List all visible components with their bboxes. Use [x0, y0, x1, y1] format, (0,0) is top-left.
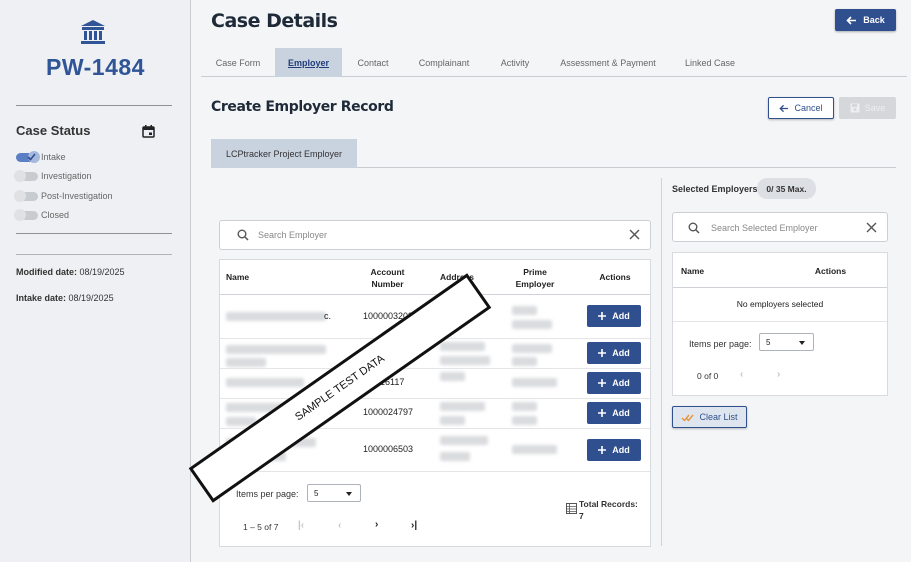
search-icon — [237, 229, 249, 241]
search-placeholder: Search Employer — [258, 230, 328, 240]
selected-employers-label: Selected Employers: — [672, 184, 761, 194]
name-cell: c. — [324, 311, 332, 321]
toggle-investigation[interactable] — [14, 169, 38, 182]
status-label: Intake — [41, 152, 66, 162]
toggle-closed[interactable] — [14, 208, 38, 221]
double-check-icon — [681, 414, 695, 422]
records-icon — [566, 503, 577, 514]
toggle-post-investigation[interactable] — [14, 189, 38, 202]
col-name: Name — [681, 266, 705, 276]
tab-employer[interactable]: Employer — [275, 48, 342, 77]
status-intake[interactable]: Intake — [16, 150, 66, 163]
plus-icon — [598, 312, 607, 320]
tab-contact[interactable]: Contact — [342, 48, 404, 77]
status-label: Post-Investigation — [41, 191, 113, 201]
cancel-button[interactable]: Cancel — [768, 97, 834, 119]
items-per-page-label: Items per page: — [236, 489, 299, 499]
case-status-title: Case Status — [16, 123, 91, 138]
tab-assessment-payment[interactable]: Assessment & Payment — [546, 48, 670, 77]
add-button[interactable]: Add — [587, 342, 641, 364]
last-page-button[interactable]: ›| — [411, 520, 417, 531]
plus-icon — [598, 379, 607, 387]
toggle-intake[interactable] — [16, 150, 40, 163]
items-per-page-select[interactable]: 5 — [759, 333, 814, 351]
tab-complainant[interactable]: Complainant — [404, 48, 484, 77]
back-button[interactable]: Back — [835, 9, 896, 31]
selected-count-badge: 0/ 35 Max. — [757, 178, 816, 199]
col-prime: Prime Employer — [515, 267, 555, 289]
tab-bar: Case Form Employer Contact Complainant A… — [201, 48, 907, 77]
panel-divider — [661, 178, 662, 546]
page-title: Case Details — [211, 10, 338, 32]
plus-icon — [598, 349, 607, 357]
account-cell: 1000024797 — [363, 407, 414, 417]
status-label: Investigation — [41, 171, 92, 181]
selected-table: Name Actions No employers selected Items… — [672, 252, 888, 396]
col-account: Account Number — [370, 267, 405, 289]
add-button[interactable]: Add — [587, 305, 641, 327]
tab-linked-case[interactable]: Linked Case — [670, 48, 750, 77]
sidebar: PW-1484 Case Status Intake Investigation… — [0, 0, 191, 562]
add-button[interactable]: Add — [587, 402, 641, 424]
status-closed[interactable]: Closed — [14, 208, 70, 221]
section-title: Create Employer Record — [211, 99, 394, 115]
arrow-left-icon — [779, 104, 789, 112]
clear-list-button[interactable]: Clear List — [672, 406, 747, 428]
search-icon — [688, 222, 700, 234]
save-icon — [850, 103, 860, 113]
col-actions: Actions — [814, 266, 847, 276]
add-button[interactable]: Add — [587, 372, 641, 394]
page-range: 0 of 0 — [697, 371, 719, 381]
close-icon[interactable] — [629, 229, 640, 240]
empty-message: No employers selected — [736, 299, 824, 309]
subtab-bar: LCPtracker Project Employer — [211, 139, 896, 168]
status-investigation[interactable]: Investigation — [14, 169, 92, 182]
plus-icon — [598, 446, 607, 454]
save-button[interactable]: Save — [839, 97, 896, 119]
divider — [16, 254, 172, 255]
prev-page-button[interactable]: ‹ — [338, 520, 341, 531]
selected-search-input[interactable]: Search Selected Employer — [672, 212, 888, 242]
status-post-investigation[interactable]: Post-Investigation — [14, 189, 113, 202]
divider — [16, 105, 172, 106]
intake-date: Intake date: 08/19/2025 — [16, 293, 114, 303]
page-range: 1 – 5 of 7 — [243, 522, 279, 532]
case-id: PW-1484 — [46, 54, 145, 80]
tab-case-form[interactable]: Case Form — [201, 48, 275, 77]
next-page-button[interactable]: › — [375, 519, 378, 530]
items-per-page-select[interactable]: 5 — [307, 484, 361, 502]
status-label: Closed — [41, 210, 70, 220]
next-page-button[interactable]: › — [777, 369, 780, 380]
tab-activity[interactable]: Activity — [484, 48, 546, 77]
col-name: Name — [226, 272, 250, 282]
search-placeholder: Search Selected Employer — [711, 223, 818, 233]
first-page-button[interactable]: |‹ — [298, 520, 304, 531]
calendar-icon[interactable] — [142, 125, 155, 138]
account-cell: 1000006503 — [363, 444, 414, 454]
items-per-page-label: Items per page: — [689, 339, 752, 349]
employer-search-input[interactable]: Search Employer — [219, 220, 651, 250]
prev-page-button[interactable]: ‹ — [740, 369, 743, 380]
arrow-left-icon — [846, 15, 857, 25]
col-actions: Actions — [599, 272, 631, 282]
close-icon[interactable] — [866, 222, 877, 233]
plus-icon — [598, 409, 607, 417]
courthouse-icon — [81, 20, 105, 44]
add-button[interactable]: Add — [587, 439, 641, 461]
modified-date: Modified date: 08/19/2025 — [16, 267, 125, 277]
total-records: Total Records: 7 — [579, 499, 638, 521]
subtab-lcptracker[interactable]: LCPtracker Project Employer — [211, 139, 357, 168]
divider — [16, 233, 172, 234]
